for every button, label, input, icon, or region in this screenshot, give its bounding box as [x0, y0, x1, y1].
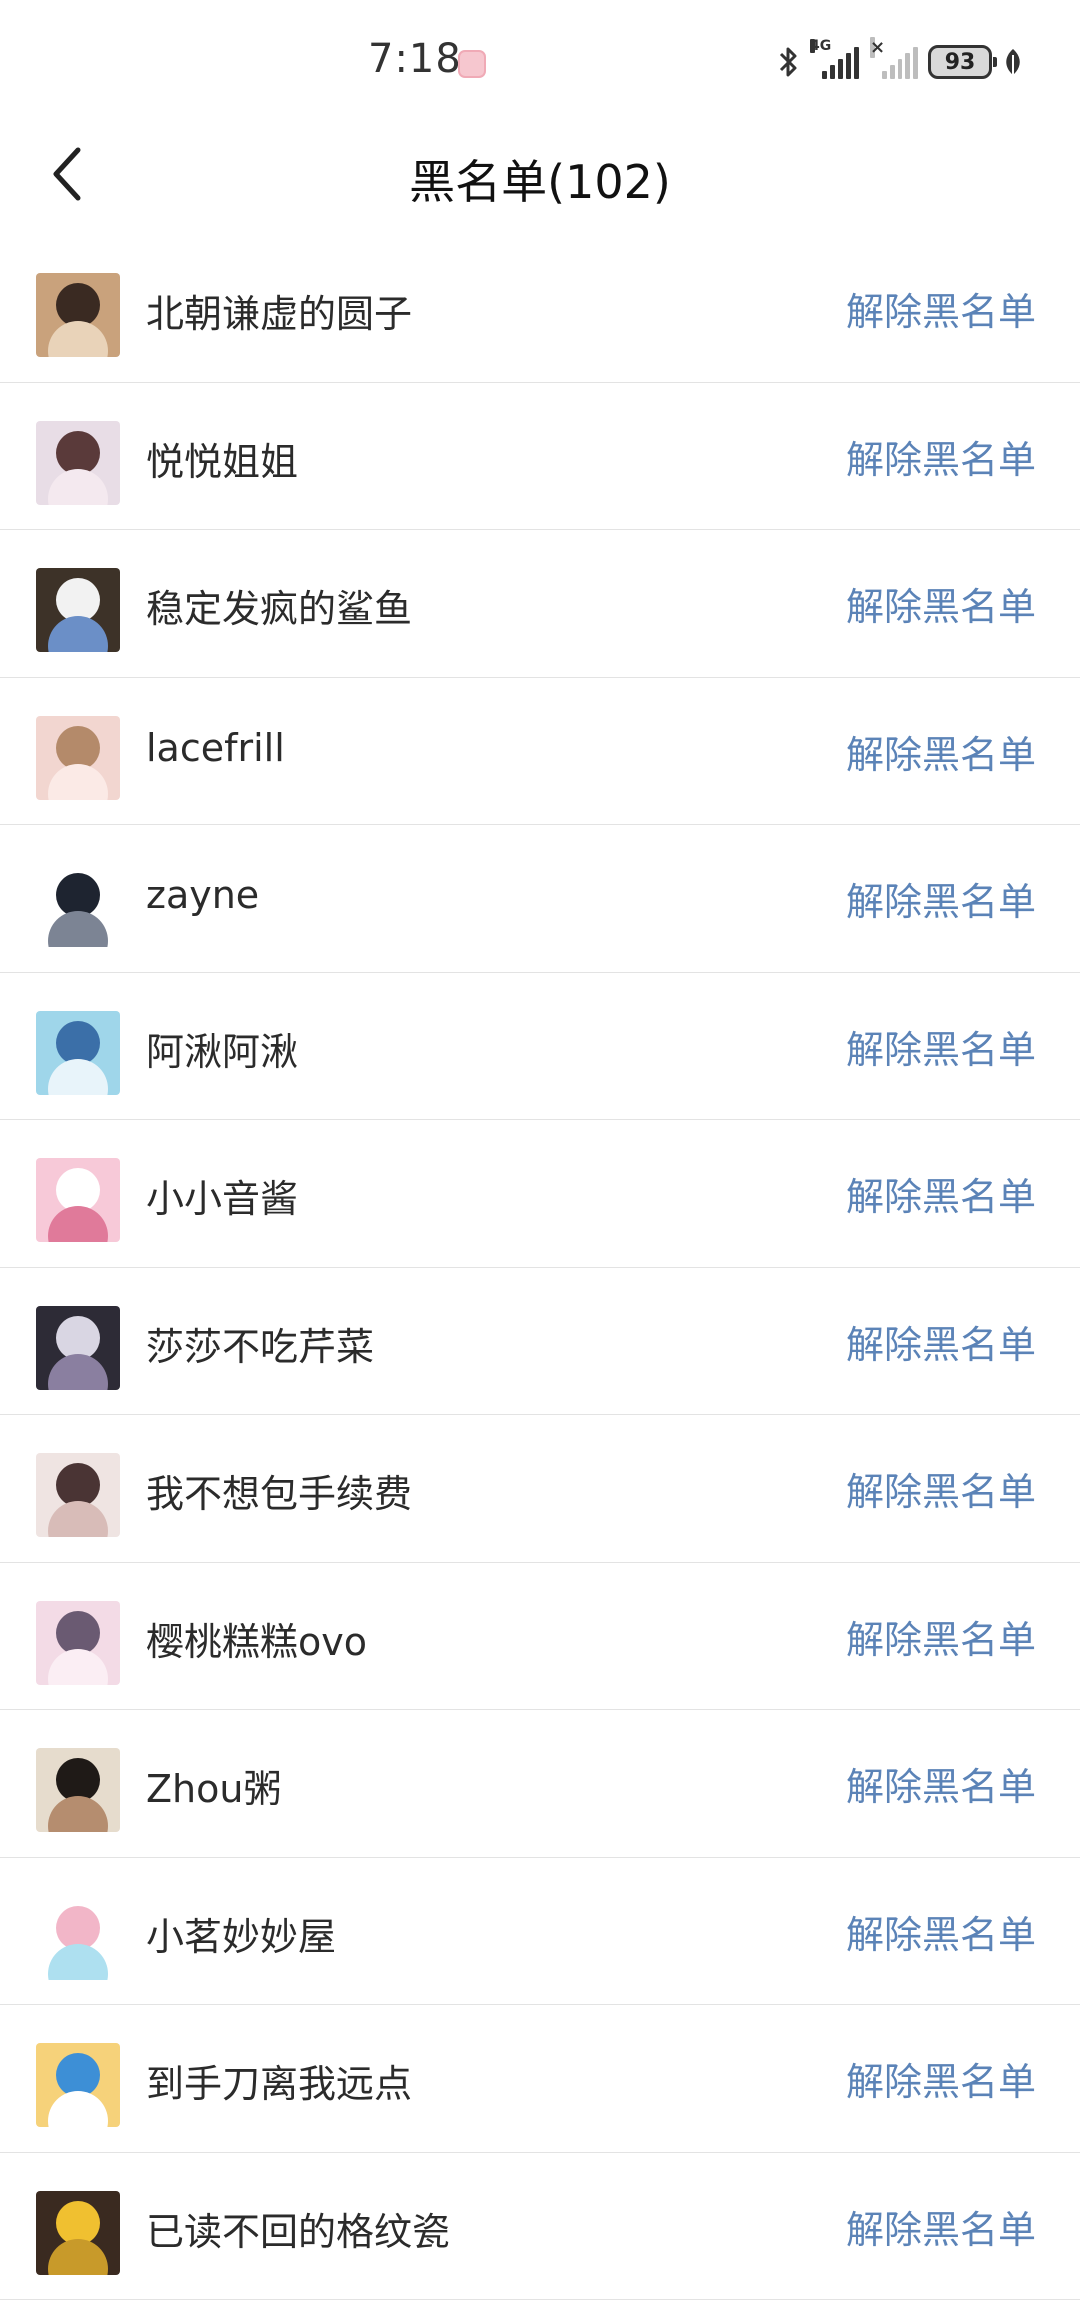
avatar-shape — [56, 1906, 100, 1950]
bluetooth-icon — [776, 44, 802, 80]
avatar-shape — [56, 1316, 100, 1360]
unblock-button[interactable]: 解除黑名单 — [846, 2051, 1036, 2106]
avatar-shape — [48, 1354, 108, 1390]
avatar-shape — [56, 726, 100, 770]
list-item[interactable]: lacefrill 解除黑名单 — [0, 678, 1080, 826]
status-bar: 7:18 4G × 93 — [0, 0, 1080, 126]
unblock-button[interactable]: 解除黑名单 — [846, 724, 1036, 779]
avatar[interactable] — [36, 421, 120, 505]
avatar[interactable] — [36, 1306, 120, 1390]
avatar-shape — [48, 1649, 108, 1685]
unblock-button[interactable]: 解除黑名单 — [846, 1019, 1036, 1074]
avatar-shape — [48, 2239, 108, 2275]
list-item[interactable]: 阿湫阿湫 解除黑名单 — [0, 973, 1080, 1121]
list-item[interactable]: 莎莎不吃芹菜 解除黑名单 — [0, 1268, 1080, 1416]
avatar-shape — [48, 764, 108, 800]
user-name: 小茗妙妙屋 — [146, 1906, 336, 1961]
unblock-button[interactable]: 解除黑名单 — [846, 1609, 1036, 1664]
avatar-shape — [48, 1796, 108, 1832]
page-title: 黑名单(102) — [0, 146, 1080, 212]
avatar-shape — [48, 1206, 108, 1242]
user-name: 已读不回的格纹瓷 — [146, 2201, 450, 2256]
avatar-shape — [56, 431, 100, 475]
avatar[interactable] — [36, 1748, 120, 1832]
avatar-shape — [56, 1611, 100, 1655]
unblock-button[interactable]: 解除黑名单 — [846, 1166, 1036, 1221]
list-item[interactable]: 小茗妙妙屋 解除黑名单 — [0, 1858, 1080, 2006]
cell-signal-icon: 4G — [812, 45, 864, 79]
unblock-button[interactable]: 解除黑名单 — [846, 576, 1036, 631]
notification-app-icon — [458, 50, 486, 78]
unblock-button[interactable]: 解除黑名单 — [846, 871, 1036, 926]
avatar-shape — [48, 469, 108, 505]
list-item[interactable]: 我不想包手续费 解除黑名单 — [0, 1415, 1080, 1563]
unblock-button[interactable]: 解除黑名单 — [846, 2199, 1036, 2254]
header: 黑名单(102) — [0, 126, 1080, 222]
user-name: 樱桃糕糕ovo — [146, 1611, 367, 1666]
list-item[interactable]: 樱桃糕糕ovo 解除黑名单 — [0, 1563, 1080, 1711]
status-icons: 4G × 93 — [776, 42, 1024, 82]
user-name: 稳定发疯的鲨鱼 — [146, 578, 412, 633]
blacklist-list: 北朝谦虚的圆子解除黑名单悦悦姐姐解除黑名单稳定发疯的鲨鱼解除黑名单lacefri… — [0, 235, 1080, 2300]
unblock-button[interactable]: 解除黑名单 — [846, 1461, 1036, 1516]
list-item[interactable]: 到手刀离我远点 解除黑名单 — [0, 2005, 1080, 2153]
user-name: 到手刀离我远点 — [146, 2053, 412, 2108]
user-name: lacefrill — [146, 726, 285, 770]
avatar[interactable] — [36, 1158, 120, 1242]
user-name: 悦悦姐姐 — [146, 431, 298, 486]
avatar-shape — [56, 1021, 100, 1065]
list-item[interactable]: zayne 解除黑名单 — [0, 825, 1080, 973]
avatar-shape — [48, 2091, 108, 2127]
unblock-button[interactable]: 解除黑名单 — [846, 1904, 1036, 1959]
list-item[interactable]: 悦悦姐姐 解除黑名单 — [0, 383, 1080, 531]
user-name: 莎莎不吃芹菜 — [146, 1316, 374, 1371]
user-name: 北朝谦虚的圆子 — [146, 283, 412, 338]
battery-level: 93 — [945, 50, 976, 75]
user-name: 阿湫阿湫 — [146, 1021, 298, 1076]
list-item[interactable]: 小小音酱 解除黑名单 — [0, 1120, 1080, 1268]
user-name: zayne — [146, 873, 259, 917]
avatar[interactable] — [36, 863, 120, 947]
unblock-button[interactable]: 解除黑名单 — [846, 1314, 1036, 1369]
avatar-shape — [48, 321, 108, 357]
network-type-label: 4G — [810, 39, 815, 53]
avatar-shape — [48, 616, 108, 652]
list-item[interactable]: 稳定发疯的鲨鱼 解除黑名单 — [0, 530, 1080, 678]
list-item[interactable]: Zhou粥 解除黑名单 — [0, 1710, 1080, 1858]
power-saving-leaf-icon — [1002, 47, 1024, 77]
avatar-shape — [56, 2201, 100, 2245]
avatar[interactable] — [36, 1601, 120, 1685]
avatar-shape — [48, 1944, 108, 1980]
unblock-button[interactable]: 解除黑名单 — [846, 1756, 1036, 1811]
user-name: 小小音酱 — [146, 1168, 298, 1223]
avatar[interactable] — [36, 1011, 120, 1095]
avatar[interactable] — [36, 2043, 120, 2127]
cell-signal-2-icon: × — [874, 45, 918, 79]
avatar[interactable] — [36, 1453, 120, 1537]
avatar[interactable] — [36, 273, 120, 357]
avatar[interactable] — [36, 716, 120, 800]
user-name: Zhou粥 — [146, 1758, 281, 1813]
list-item[interactable]: 已读不回的格纹瓷 解除黑名单 — [0, 2153, 1080, 2300]
avatar[interactable] — [36, 2191, 120, 2275]
avatar[interactable] — [36, 1896, 120, 1980]
avatar-shape — [48, 1059, 108, 1095]
unblock-button[interactable]: 解除黑名单 — [846, 281, 1036, 336]
list-item[interactable]: 北朝谦虚的圆子 解除黑名单 — [0, 235, 1080, 383]
user-name: 我不想包手续费 — [146, 1463, 412, 1518]
avatar-shape — [48, 911, 108, 947]
no-signal-x-icon: × — [870, 37, 875, 58]
unblock-button[interactable]: 解除黑名单 — [846, 429, 1036, 484]
avatar-shape — [48, 1501, 108, 1537]
battery-icon: 93 — [928, 45, 992, 79]
status-time: 7:18 — [368, 36, 462, 82]
avatar[interactable] — [36, 568, 120, 652]
